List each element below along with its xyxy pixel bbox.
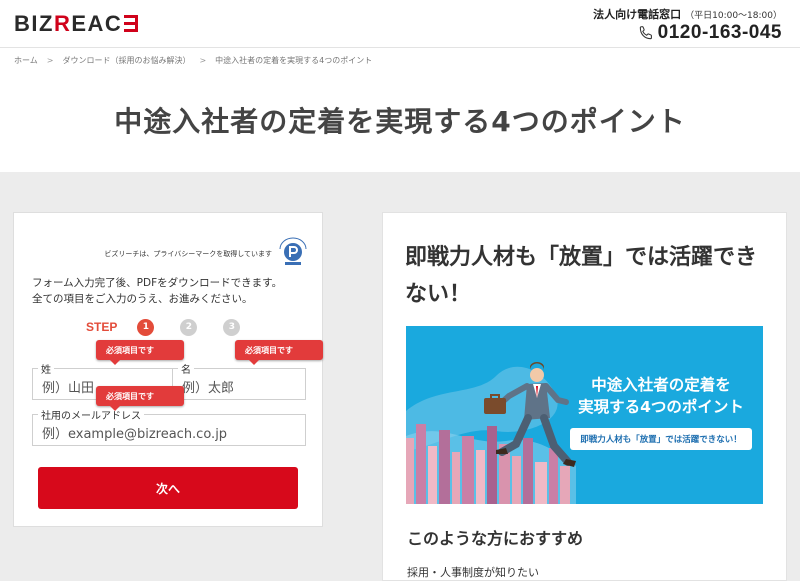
banner-title: 中途入社者の定着を 実現する4つのポイント: [578, 376, 744, 416]
page-title: 中途入社者の定着を実現する4つのポイント: [114, 105, 686, 138]
first-name-label: 名: [178, 361, 194, 376]
ebook-banner: 中途入社者の定着を 実現する4つのポイント 即戦力人材も「放置」では活躍できない…: [406, 326, 763, 504]
required-tooltip-first-name: 必須項目です: [235, 340, 323, 365]
phone-link[interactable]: 0120-163-045: [638, 22, 782, 44]
info-panel: 即戦力人材も「放置」では活躍できない！ 中途入社者の定着を 実現する4つのポイン…: [382, 212, 787, 581]
info-heading: 即戦力人材も「放置」では活躍できない！: [405, 245, 758, 307]
site-header: BIZREAC 法人向け電話窓口 （平日10:00〜18:00） 0120-163…: [0, 0, 800, 48]
first-name-placeholder: 例）太郎: [182, 381, 235, 396]
last-name-placeholder: 例）山田: [42, 381, 95, 396]
privacy-row: ビズリーチは、プライバシーマークを取得しています: [14, 237, 324, 267]
breadcrumb-separator: >: [199, 56, 207, 65]
email-field[interactable]: 社用のメールアドレス 例）example@bizreach.co.jp: [32, 407, 306, 446]
form-intro: フォーム入力完了後、PDFをダウンロードできます。 全ての項目をご入力のうえ、お…: [32, 277, 283, 305]
email-placeholder: 例）example@bizreach.co.jp: [42, 427, 228, 442]
step-3: 3: [223, 318, 241, 336]
banner-subtitle-pill: 即戦力人材も「放置」では活躍できない！: [570, 428, 752, 450]
breadcrumb-download[interactable]: ダウンロード（採用のお悩み解決）: [62, 55, 190, 66]
download-form: ビズリーチは、プライバシーマークを取得しています フォーム入力完了後、PDFをダ…: [13, 212, 323, 527]
breadcrumb-separator: >: [46, 56, 54, 65]
breadcrumb-home[interactable]: ホーム: [14, 55, 38, 66]
required-tooltip-last-name: 必須項目です: [96, 340, 184, 365]
step-2: 2: [180, 318, 198, 336]
logo-mark-icon: [124, 15, 139, 32]
phone-number: 0120-163-045: [657, 22, 782, 43]
recommend-item: 採用・人事制度が知りたい: [407, 566, 539, 579]
privacy-text: ビズリーチは、プライバシーマークを取得しています: [104, 250, 272, 258]
required-tooltip-email: 必須項目です: [96, 386, 184, 411]
breadcrumb-current: 中途入社者の定着を実現する4つのポイント: [215, 56, 373, 65]
logo-text: BIZREAC: [14, 11, 123, 36]
hotline-hours: （平日10:00〜18:00）: [685, 11, 782, 21]
email-label: 社用のメールアドレス: [38, 407, 144, 422]
step-indicator: STEP 1 2 3: [86, 318, 266, 336]
step-label: STEP: [86, 320, 118, 334]
step-1: 1: [137, 318, 155, 336]
next-button[interactable]: 次へ: [38, 467, 298, 509]
recommend-heading: このような方におすすめ: [407, 529, 584, 548]
bizreach-logo[interactable]: BIZREAC: [14, 11, 139, 37]
privacy-mark-icon: [279, 237, 307, 265]
first-name-field[interactable]: 名 例）太郎: [172, 361, 306, 400]
phone-icon: [639, 26, 652, 40]
last-name-label: 姓: [38, 361, 54, 376]
breadcrumb: ホーム > ダウンロード（採用のお悩み解決） > 中途入社者の定着を実現する4つ…: [14, 55, 372, 66]
hotline-label: 法人向け電話窓口 （平日10:00〜18:00）: [593, 8, 782, 21]
